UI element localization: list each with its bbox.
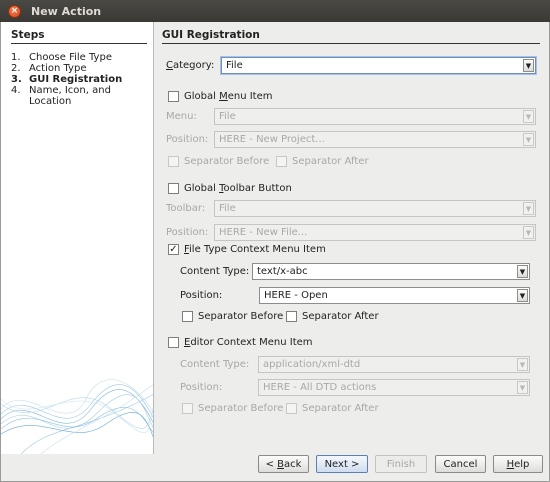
menu-separator-after-checkbox[interactable] — [276, 156, 287, 167]
file-type-position-select[interactable]: HERE - Open ▼ — [259, 287, 530, 304]
chevron-down-icon[interactable]: ▼ — [523, 133, 534, 146]
menu-position-select[interactable]: HERE - New Project... ▼ — [214, 131, 536, 148]
chevron-down-icon[interactable]: ▼ — [523, 202, 534, 215]
window-title: New Action — [31, 4, 102, 18]
global-menu-item-label: Global Menu Item — [184, 91, 273, 102]
file-type-separator-before-label: Separator Before — [198, 311, 284, 322]
editor-position-label: Position: — [180, 382, 223, 393]
back-button[interactable]: < Back — [258, 455, 309, 473]
global-toolbar-button-checkbox[interactable] — [168, 183, 179, 194]
steps-panel: Steps 1. Choose File Type 2. Action Type… — [1, 22, 154, 454]
menu-separator-before-label: Separator Before — [184, 156, 270, 167]
file-type-position-label: Position: — [180, 290, 223, 301]
help-button[interactable]: Help — [493, 455, 543, 473]
editor-context-menu-checkbox[interactable] — [168, 337, 179, 348]
file-type-context-menu-checkbox[interactable]: ✓ — [168, 244, 179, 255]
finish-button[interactable]: Finish — [375, 455, 427, 473]
toolbar-select[interactable]: File ▼ — [214, 200, 536, 217]
menu-separator-after-label: Separator After — [292, 156, 369, 167]
chevron-down-icon[interactable]: ▼ — [523, 59, 534, 72]
decorative-wave-graphic — [1, 379, 153, 454]
menu-position-label: Position: — [166, 134, 209, 145]
steps-title: Steps — [11, 29, 147, 44]
toolbar-position-label: Position: — [166, 227, 209, 238]
menu-separator-before-checkbox[interactable] — [168, 156, 179, 167]
next-button[interactable]: Next > — [316, 455, 368, 473]
global-menu-item-checkbox[interactable] — [168, 91, 179, 102]
chevron-down-icon[interactable]: ▼ — [517, 289, 528, 302]
editor-separator-after-label: Separator After — [302, 403, 379, 414]
editor-context-menu-label: Editor Context Menu Item — [184, 337, 313, 348]
step-item-4: 4. Name, Icon, and Location — [11, 85, 111, 107]
menu-label: Menu: — [166, 111, 197, 122]
chevron-down-icon[interactable]: ▼ — [517, 381, 528, 394]
toolbar-label: Toolbar: — [166, 203, 206, 214]
menu-select[interactable]: File ▼ — [214, 108, 536, 125]
category-select[interactable]: File ▼ — [221, 57, 536, 74]
close-icon[interactable]: × — [8, 4, 21, 18]
chevron-down-icon[interactable]: ▼ — [517, 265, 528, 278]
chevron-down-icon[interactable]: ▼ — [523, 226, 534, 239]
panel-title: GUI Registration — [162, 29, 540, 44]
checkmark-icon: ✓ — [169, 244, 178, 255]
dialog-body: Steps 1. Choose File Type 2. Action Type… — [0, 22, 550, 482]
step-item-2: 2. Action Type — [11, 63, 87, 74]
gui-registration-panel: GUI Registration Category: File ▼ Global… — [154, 22, 550, 454]
category-label: Category: — [166, 60, 215, 71]
chevron-down-icon[interactable]: ▼ — [517, 358, 528, 371]
editor-content-type-label: Content Type: — [180, 359, 250, 370]
toolbar-position-select[interactable]: HERE - New File... ▼ — [214, 224, 536, 241]
global-toolbar-button-label: Global Toolbar Button — [184, 183, 292, 194]
editor-separator-before-checkbox[interactable] — [182, 403, 193, 414]
file-type-context-menu-label: File Type Context Menu Item — [184, 244, 326, 255]
content-type-label: Content Type: — [180, 266, 250, 277]
editor-position-select[interactable]: HERE - All DTD actions ▼ — [258, 379, 530, 396]
step-item-1: 1. Choose File Type — [11, 52, 112, 63]
file-type-separator-before-checkbox[interactable] — [182, 311, 193, 322]
editor-separator-before-label: Separator Before — [198, 403, 284, 414]
step-item-3: 3. GUI Registration — [11, 74, 123, 85]
content-type-select[interactable]: text/x-abc ▼ — [252, 263, 530, 280]
window-titlebar: × New Action — [0, 0, 550, 22]
cancel-button[interactable]: Cancel — [435, 455, 486, 473]
editor-content-type-select[interactable]: application/xml-dtd ▼ — [258, 356, 530, 373]
editor-separator-after-checkbox[interactable] — [286, 403, 297, 414]
chevron-down-icon[interactable]: ▼ — [523, 110, 534, 123]
file-type-separator-after-label: Separator After — [302, 311, 379, 322]
file-type-separator-after-checkbox[interactable] — [286, 311, 297, 322]
